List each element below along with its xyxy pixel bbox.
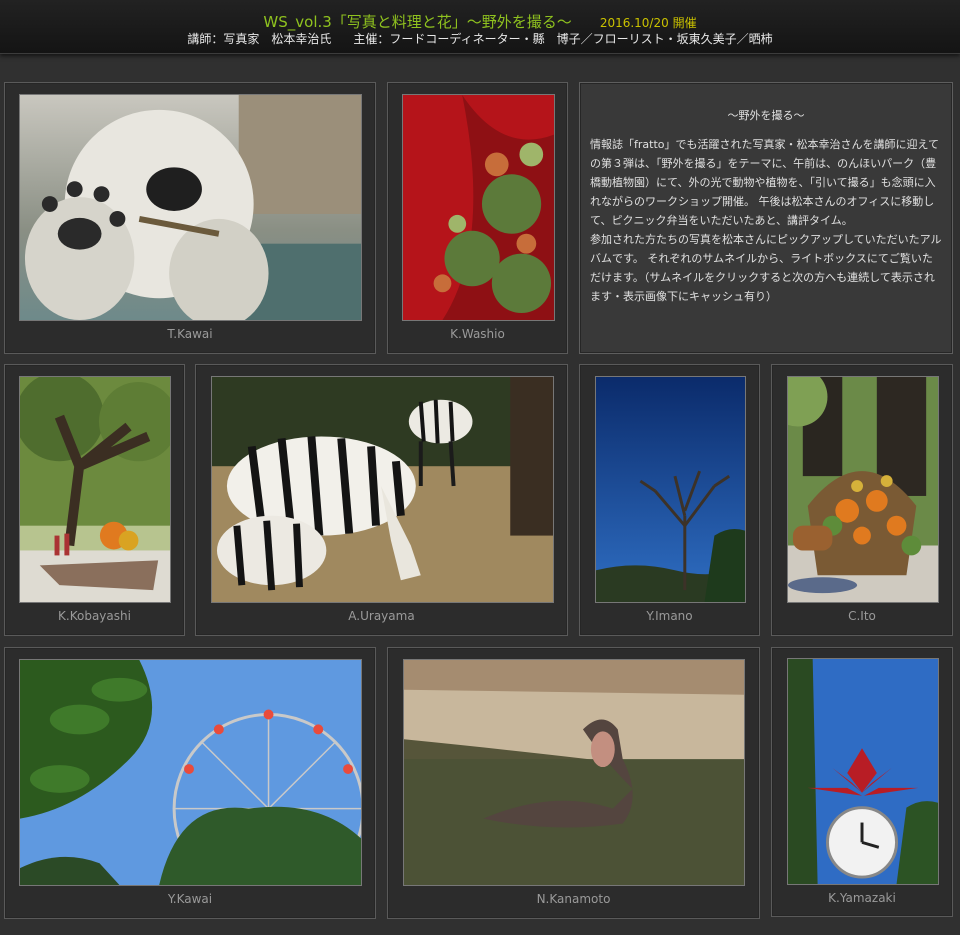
- photographer-name: T.Kawai: [167, 327, 213, 341]
- photo-thumbnail-picnic-tree[interactable]: [19, 376, 171, 603]
- title-line: WS_vol.3「写真と料理と花」～野外を撮る～ 2016.10/20 開催: [0, 13, 960, 32]
- description-paragraph: 情報誌「fratto」でも活躍された写真家・松本幸治さんを講師に迎えての第３弾は…: [590, 138, 939, 227]
- photographer-name: N.Kanamoto: [536, 892, 611, 906]
- photographer-name: Y.Imano: [646, 609, 693, 623]
- photographer-name: K.Kobayashi: [58, 609, 131, 623]
- photo-thumbnail-polar-bear[interactable]: [19, 94, 362, 321]
- photo-card-c-ito[interactable]: C.Ito: [771, 364, 953, 636]
- event-date: 2016.10/20 開催: [599, 16, 697, 30]
- description-body: 情報誌「fratto」でも活躍された写真家・松本幸治さんを講師に迎えての第３弾は…: [590, 135, 942, 306]
- photo-thumbnail-bare-tree[interactable]: [595, 376, 746, 603]
- description-heading: ～野外を撮る～: [727, 109, 805, 122]
- photo-thumbnail-lotus-clock[interactable]: [787, 658, 939, 885]
- page-header: WS_vol.3「写真と料理と花」～野外を撮る～ 2016.10/20 開催 講師…: [0, 0, 960, 54]
- photo-card-y-imano[interactable]: Y.Imano: [579, 364, 760, 636]
- organizer-credit: 主催：フードコーディネーター・縣 博子／フローリスト・坂東久美子／晒柿: [353, 32, 773, 46]
- description-paragraph: 参加された方たちの写真を松本さんにピックアップしていただいたアルバムです。 それ…: [590, 233, 942, 303]
- photo-card-n-kanamoto[interactable]: N.Kanamoto: [387, 647, 760, 919]
- photo-card-a-urayama[interactable]: A.Urayama: [195, 364, 568, 636]
- photo-thumbnail-zebras[interactable]: [211, 376, 554, 603]
- photographer-name: Y.Kawai: [167, 892, 213, 906]
- photo-thumbnail-flower-basket[interactable]: [787, 376, 939, 603]
- photographer-name: K.Yamazaki: [828, 891, 896, 905]
- photo-thumbnail-succulents[interactable]: [402, 94, 555, 321]
- photo-card-t-kawai[interactable]: T.Kawai: [4, 82, 376, 354]
- credit-line: 講師：写真家 松本幸治氏 主催：フードコーディネーター・縣 博子／フローリスト・坂…: [0, 31, 960, 47]
- photo-thumbnail-hippo[interactable]: [403, 659, 745, 886]
- instructor-credit: 講師：写真家 松本幸治氏: [187, 32, 332, 46]
- description-panel: ～野外を撮る～ 情報誌「fratto」でも活躍された写真家・松本幸治さんを講師に…: [579, 82, 953, 354]
- photo-card-k-kobayashi[interactable]: K.Kobayashi: [4, 364, 185, 636]
- photographer-name: K.Washio: [450, 327, 505, 341]
- photo-card-y-kawai[interactable]: Y.Kawai: [4, 647, 376, 919]
- page-title: WS_vol.3「写真と料理と花」～野外を撮る～: [263, 13, 572, 31]
- photo-card-k-washio[interactable]: K.Washio: [387, 82, 568, 354]
- photographer-name: A.Urayama: [348, 609, 415, 623]
- photo-thumbnail-ferris-wheel[interactable]: [19, 659, 362, 886]
- photographer-name: C.Ito: [848, 609, 876, 623]
- photo-card-k-yamazaki[interactable]: K.Yamazaki: [771, 647, 953, 917]
